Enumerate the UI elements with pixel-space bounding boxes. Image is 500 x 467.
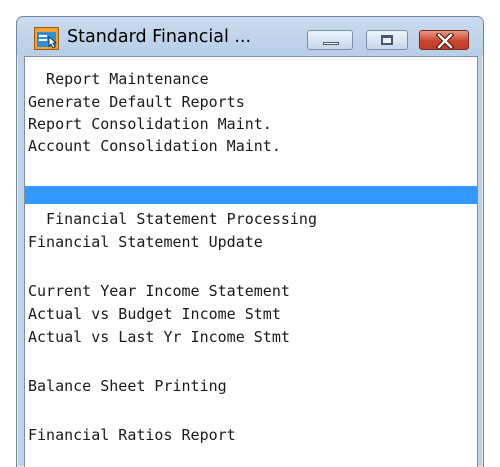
menu-item-blank-2 xyxy=(25,352,477,370)
menu-item-financial-ratios-report[interactable]: Financial Ratios Report xyxy=(25,426,477,444)
menu-item-financial-statement-update[interactable]: Financial Statement Update xyxy=(25,233,477,251)
close-icon xyxy=(436,33,454,49)
minimize-button[interactable] xyxy=(307,30,353,50)
app-window-icon[interactable] xyxy=(34,27,59,50)
minimize-icon xyxy=(323,42,339,45)
maximize-icon xyxy=(381,35,393,45)
maximize-button[interactable] xyxy=(366,30,408,50)
menu-item-report-consolidation-maint[interactable]: Report Consolidation Maint. xyxy=(25,115,477,133)
menu-item-financial-statement-processing-heading: Financial Statement Processing xyxy=(28,210,317,228)
close-button[interactable] xyxy=(419,30,469,50)
menu-item-generate-default-reports[interactable]: Generate Default Reports xyxy=(25,93,477,111)
menu-item-selected-blank[interactable] xyxy=(25,186,477,204)
menu-item-account-consolidation-maint[interactable]: Account Consolidation Maint. xyxy=(25,137,477,155)
menu-list: Report Maintenance Generate Default Repo… xyxy=(24,56,478,467)
application-window: Standard Financial ... Report Maintenanc… xyxy=(16,16,484,467)
menu-item-actual-vs-budget-income-stmt[interactable]: Actual vs Budget Income Stmt xyxy=(25,305,477,323)
menu-item-balance-sheet-printing[interactable]: Balance Sheet Printing xyxy=(25,377,477,395)
menu-item-current-year-income-statement[interactable]: Current Year Income Statement xyxy=(25,282,477,300)
menu-item-actual-vs-last-yr-income-stmt[interactable]: Actual vs Last Yr Income Stmt xyxy=(25,328,477,346)
title-bar[interactable]: Standard Financial ... xyxy=(17,17,483,55)
window-title: Standard Financial ... xyxy=(67,27,252,47)
desktop-background: Standard Financial ... Report Maintenanc… xyxy=(0,0,500,467)
menu-item-blank-3 xyxy=(25,402,477,420)
menu-item-report-maintenance-heading: Report Maintenance xyxy=(28,70,209,88)
menu-item-blank-1 xyxy=(25,256,477,274)
